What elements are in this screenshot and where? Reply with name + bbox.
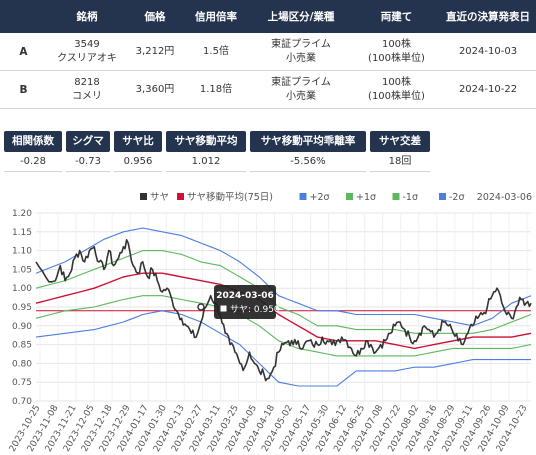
hedge-unit-note: (100株単位) xyxy=(368,52,425,64)
header-market-sector: 上場区分/業種 xyxy=(249,0,353,33)
market-cell: 東証プライム 小売業 xyxy=(249,70,353,109)
sector-name: 小売業 xyxy=(286,52,316,64)
stat-value: -0.73 xyxy=(66,152,110,172)
header-price: 価格 xyxy=(127,0,183,33)
stat-label: サヤ移動平均 xyxy=(166,131,246,152)
y-tick-label: 0.90 xyxy=(12,322,32,332)
margin-ratio-cell: 1.18倍 xyxy=(183,70,249,109)
stock-name[interactable]: クスリアオキ xyxy=(47,52,127,66)
tooltip-marker xyxy=(197,303,205,311)
market-cell: 東証プライム 小売業 xyxy=(249,33,353,71)
price-cell: 3,212円 xyxy=(127,33,183,71)
stat-value: 18回 xyxy=(370,152,430,172)
tooltip-value: サヤ: 0.950 xyxy=(230,304,280,315)
stock-name[interactable]: コメリ xyxy=(47,90,127,104)
stat-spread-ma-deviation: サヤ移動平均乖離率 -5.56% xyxy=(250,131,366,172)
row-label: A xyxy=(0,33,47,71)
y-tick-label: 1.20 xyxy=(12,209,32,219)
chart-grid xyxy=(36,212,531,402)
y-tick-label: 0.85 xyxy=(12,341,32,351)
series-line-+1σ xyxy=(35,250,532,334)
stat-spread-cross: サヤ交差 18回 xyxy=(370,131,430,172)
stock-code: 3549 xyxy=(74,38,100,50)
legend-swatch xyxy=(346,193,353,200)
header-cell xyxy=(0,0,47,33)
spread-chart[interactable]: サヤ サヤ移動平均(75日) +2σ +1σ -1σ -2σ 2024-03-06 1.2… xyxy=(0,187,536,455)
stat-value: -0.28 xyxy=(4,152,62,172)
legend-swatch xyxy=(299,193,307,200)
row-label: B xyxy=(0,70,47,109)
y-tick-label: 1.10 xyxy=(12,247,32,257)
table-row: B 8218 コメリ 3,360円 1.18倍 東証プライム 小売業 100株 (10… xyxy=(0,70,536,109)
stat-value: 0.956 xyxy=(114,152,162,172)
header-stock: 銘柄 xyxy=(47,0,127,33)
legend-label: -2σ xyxy=(449,192,465,203)
earnings-date-cell: 2024-10-03 xyxy=(440,33,536,71)
header-margin-ratio: 信用倍率 xyxy=(183,0,249,33)
table-row: A 3549 クスリアオキ 3,212円 1.5倍 東証プライム 小売業 100株 (… xyxy=(0,33,536,71)
chart-date-label: 2024-03-06 xyxy=(477,192,532,203)
stat-spread-ratio: サヤ比 0.956 xyxy=(114,131,162,172)
series-line-サヤ xyxy=(35,239,532,382)
stat-spread-ma: サヤ移動平均 1.012 xyxy=(166,131,246,172)
legend-label: サヤ移動平均(75日) xyxy=(187,191,273,203)
stat-value: 1.012 xyxy=(166,152,246,172)
header-hedging: 両建て xyxy=(353,0,440,33)
y-tick-label: 0.75 xyxy=(12,378,32,388)
stat-label: サヤ交差 xyxy=(370,131,430,152)
y-tick-label: 1.00 xyxy=(12,284,32,294)
tooltip-swatch xyxy=(219,304,228,313)
stat-label: 相関係数 xyxy=(4,131,62,152)
hedge-cell: 100株 (100株単位) xyxy=(353,70,440,109)
y-tick-label: 1.15 xyxy=(12,228,32,238)
hedge-cell: 100株 (100株単位) xyxy=(353,33,440,71)
y-tick-label: 0.95 xyxy=(12,303,32,313)
legend-label: +2σ xyxy=(310,192,330,203)
hedge-unit-note: (100株単位) xyxy=(368,90,425,102)
x-axis: 2023-10-252023-11-082023-11-212023-12-05… xyxy=(8,403,530,454)
stat-label: シグマ xyxy=(66,131,110,152)
stat-value: -5.56% xyxy=(250,152,366,172)
legend-swatch xyxy=(177,193,184,200)
legend-swatch xyxy=(439,193,446,200)
chart-legend: サヤ サヤ移動平均(75日) +2σ +1σ -1σ -2σ xyxy=(140,191,465,203)
sector-name: 小売業 xyxy=(286,90,316,102)
price-cell: 3,360円 xyxy=(127,70,183,109)
stat-label: サヤ移動平均乖離率 xyxy=(250,131,366,152)
market-name: 東証プライム xyxy=(271,38,331,50)
y-tick-label: 0.70 xyxy=(12,397,32,407)
header-earnings-date: 直近の決算発表日 xyxy=(440,0,536,33)
y-tick-label: 1.05 xyxy=(12,265,32,275)
legend-label: サヤ xyxy=(150,192,169,203)
legend-label: -1σ xyxy=(403,192,419,203)
stock-cell: 8218 コメリ xyxy=(47,70,127,109)
margin-ratio-cell: 1.5倍 xyxy=(183,33,249,71)
tooltip-date: 2024-03-06 xyxy=(216,291,274,301)
legend-swatch xyxy=(140,193,147,200)
table-header-row: 銘柄 価格 信用倍率 上場区分/業種 両建て 直近の決算発表日 xyxy=(0,0,536,33)
comparison-table: 銘柄 価格 信用倍率 上場区分/業種 両建て 直近の決算発表日 A 3549 クス… xyxy=(0,0,536,109)
stock-code: 8218 xyxy=(74,76,100,88)
chart-tooltip: 2024-03-06 サヤ: 0.950 xyxy=(197,285,280,319)
hedge-unit: 100株 xyxy=(381,38,412,50)
stat-correlation: 相関係数 -0.28 xyxy=(4,131,62,172)
stock-cell: 3549 クスリアオキ xyxy=(47,33,127,71)
y-axis: 1.20 1.15 1.10 1.05 1.00 0.95 0.90 0.85 0.80 0.75… xyxy=(12,209,32,407)
earnings-date-cell: 2024-10-22 xyxy=(440,70,536,109)
stat-sigma: シグマ -0.73 xyxy=(66,131,110,172)
hedge-unit: 100株 xyxy=(381,76,412,88)
y-tick-label: 0.80 xyxy=(12,359,32,369)
market-name: 東証プライム xyxy=(271,76,331,88)
legend-swatch xyxy=(392,193,400,200)
stat-label: サヤ比 xyxy=(114,131,162,152)
legend-label: +1σ xyxy=(356,192,376,203)
